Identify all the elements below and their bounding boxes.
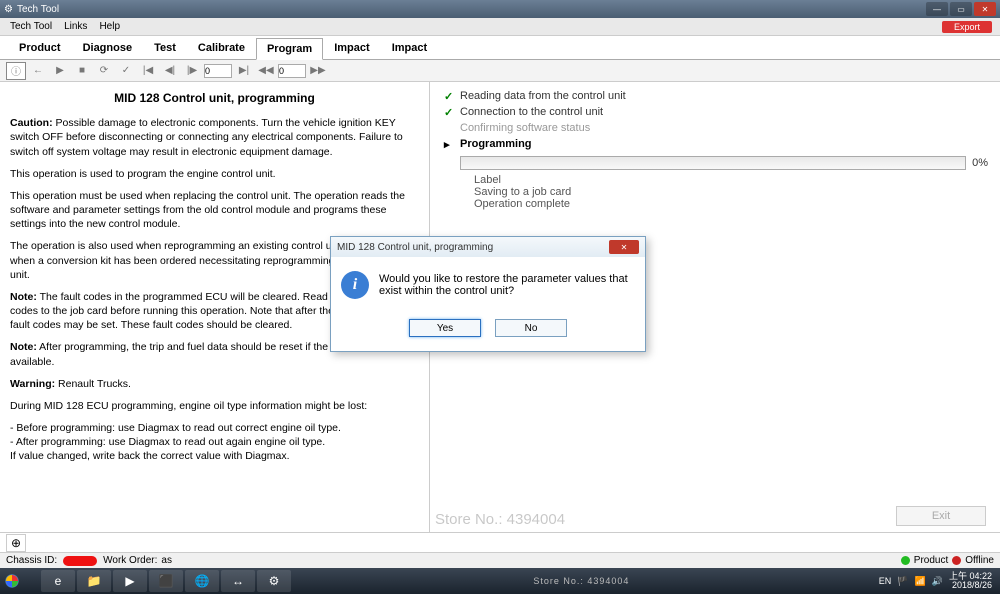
task-app2[interactable]: 🌐	[185, 570, 219, 592]
tab-test[interactable]: Test	[143, 37, 187, 59]
close-button[interactable]: ✕	[974, 2, 996, 16]
tray-network-icon[interactable]: 📶	[915, 576, 926, 587]
start-button[interactable]	[0, 568, 40, 594]
product-status: Product	[914, 555, 948, 566]
tab-product[interactable]: Product	[8, 37, 72, 59]
dialog-titlebar: MID 128 Control unit, programming ✕	[331, 237, 645, 257]
maximize-button[interactable]: ▭	[950, 2, 972, 16]
exit-button: Exit	[896, 506, 986, 526]
confirm-dialog: MID 128 Control unit, programming ✕ i Wo…	[330, 236, 646, 352]
progress-percent: 0%	[972, 157, 988, 169]
info-icon[interactable]: ⓘ	[6, 62, 26, 80]
chassis-label: Chassis ID:	[6, 555, 57, 566]
task-techtool[interactable]: ⚙	[257, 570, 291, 592]
next-page-icon[interactable]: |▶	[182, 62, 202, 80]
page-number-input[interactable]	[204, 64, 232, 78]
tab-diagnose[interactable]: Diagnose	[72, 37, 144, 59]
doc-title: MID 128 Control unit, programming	[10, 90, 419, 106]
window-title: Tech Tool	[17, 4, 59, 15]
tray-flag-icon[interactable]: 🏴	[897, 576, 908, 587]
task-media[interactable]: ▶	[113, 570, 147, 592]
zoom-in-icon[interactable]: ⊕	[6, 534, 26, 552]
fast-forward-icon[interactable]: ▶▶	[308, 62, 328, 80]
task-app1[interactable]: ⬛	[149, 570, 183, 592]
work-order-label: Work Order:	[103, 555, 157, 566]
windows-taskbar: e 📁 ▶ ⬛ 🌐 ↔ ⚙ Store No.: 4394004 EN 🏴 📶 …	[0, 568, 1000, 594]
offline-status: Offline	[965, 555, 994, 566]
window-titlebar: ⚙ Tech Tool — ▭ ✕	[0, 0, 1000, 18]
doc-toolbar: ⓘ ← ▶ ■ ⟳ ✓ |◀ ◀| |▶ ▶| ◀◀ ▶▶	[0, 60, 1000, 82]
store-watermark: Store No.: 4394004	[292, 576, 871, 586]
prev-page-icon[interactable]: ◀|	[160, 62, 180, 80]
no-button[interactable]: No	[495, 319, 567, 337]
export-button[interactable]: Export	[942, 21, 992, 33]
work-order-value: as	[161, 555, 172, 566]
statusbar: Chassis ID: Work Order: as Product Offli…	[0, 552, 1000, 568]
tab-calibrate[interactable]: Calibrate	[187, 37, 256, 59]
step-confirming: Confirming software status	[442, 120, 988, 136]
info-icon: i	[341, 271, 369, 299]
sub-saving: Saving to a job card	[442, 186, 988, 198]
sub-complete: Operation complete	[442, 198, 988, 210]
page-total-input[interactable]	[278, 64, 306, 78]
task-explorer[interactable]: 📁	[77, 570, 111, 592]
menubar: Tech Tool Links Help Export	[0, 18, 1000, 36]
zoom-bar: ⊕	[0, 532, 1000, 552]
tray-volume-icon[interactable]: 🔊	[932, 576, 943, 587]
menu-help[interactable]: Help	[93, 21, 126, 32]
forward-icon[interactable]: ▶	[50, 62, 70, 80]
menu-techtool[interactable]: Tech Tool	[4, 21, 58, 32]
menu-links[interactable]: Links	[58, 21, 93, 32]
check-icon[interactable]: ✓	[116, 62, 136, 80]
step-reading: Reading data from the control unit	[442, 88, 988, 104]
step-programming: Programming	[442, 136, 988, 152]
product-status-dot	[901, 556, 910, 565]
main-tabs: Product Diagnose Test Calibrate Program …	[0, 36, 1000, 60]
yes-button[interactable]: Yes	[409, 319, 481, 337]
rewind-icon[interactable]: ◀◀	[256, 62, 276, 80]
dialog-close-button[interactable]: ✕	[609, 240, 639, 254]
task-ie[interactable]: e	[41, 570, 75, 592]
task-teamviewer[interactable]: ↔	[221, 570, 255, 592]
tab-impact-2[interactable]: Impact	[381, 37, 438, 59]
refresh-icon[interactable]: ⟳	[94, 62, 114, 80]
tab-impact-1[interactable]: Impact	[323, 37, 380, 59]
stop-icon[interactable]: ■	[72, 62, 92, 80]
progress-bar	[460, 156, 966, 170]
offline-status-dot	[952, 556, 961, 565]
dialog-message: Would you like to restore the parameter …	[379, 273, 635, 297]
back-icon[interactable]: ←	[28, 62, 48, 80]
sub-label: Label	[442, 174, 988, 186]
chassis-value-redacted	[63, 556, 97, 566]
dialog-title: MID 128 Control unit, programming	[337, 242, 493, 253]
minimize-button[interactable]: —	[926, 2, 948, 16]
step-connection: Connection to the control unit	[442, 104, 988, 120]
tab-program[interactable]: Program	[256, 38, 323, 60]
lang-indicator[interactable]: EN	[879, 576, 892, 586]
app-icon: ⚙	[4, 4, 13, 15]
system-clock[interactable]: 上午 04:22 2018/8/26	[949, 572, 992, 591]
last-page-icon[interactable]: ▶|	[234, 62, 254, 80]
first-page-icon[interactable]: |◀	[138, 62, 158, 80]
